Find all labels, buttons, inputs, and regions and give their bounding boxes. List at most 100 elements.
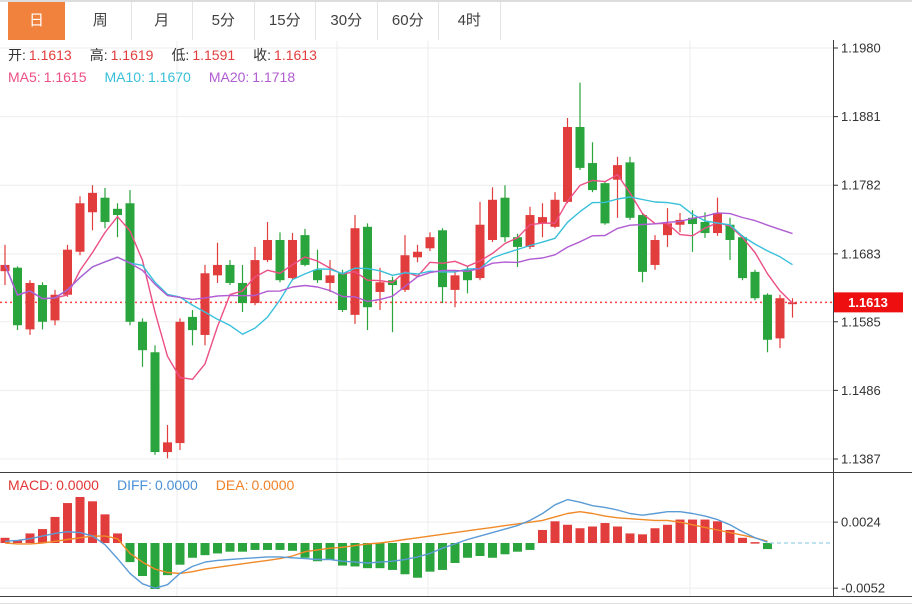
macd-bar — [713, 521, 722, 543]
candle-body — [763, 295, 772, 340]
macd-bar — [601, 523, 610, 543]
candle-body — [76, 203, 85, 252]
price-pane — [1, 83, 798, 459]
macd-bar — [76, 497, 85, 543]
macd-axis-label: -0.0052 — [841, 581, 885, 596]
ma5-line — [5, 175, 793, 380]
legend-value: 1.1619 — [111, 47, 154, 63]
macd-bar — [276, 543, 285, 550]
candle-body — [288, 240, 297, 278]
macd-bar — [638, 534, 647, 543]
macd-bar — [663, 525, 672, 543]
candle-body — [526, 215, 535, 247]
macd-bar — [413, 543, 422, 578]
tab-3[interactable]: 5分 — [193, 2, 255, 40]
candle-body — [188, 317, 197, 330]
diff-line — [5, 500, 768, 589]
candle-wick — [217, 243, 218, 283]
legend-macd-item-1: DIFF:0.0000 — [117, 477, 198, 493]
price-axis-label: 1.1782 — [841, 178, 881, 193]
candle-body — [438, 230, 447, 287]
tab-6[interactable]: 60分 — [378, 2, 440, 40]
macd-bar — [688, 520, 697, 543]
candle-body — [151, 352, 160, 452]
candle-body — [26, 283, 35, 329]
candle-body — [163, 442, 172, 452]
price-axis-label: 1.1683 — [841, 246, 881, 261]
legend-macd-item-0: MACD:0.0000 — [8, 477, 99, 493]
candle-body — [601, 183, 610, 223]
candle-body — [326, 275, 335, 283]
tab-2[interactable]: 月 — [132, 2, 194, 40]
legend-label: MA5: — [8, 69, 41, 85]
legend-value: 1.1615 — [44, 69, 87, 85]
candle-wick — [792, 298, 793, 317]
tab-5[interactable]: 30分 — [316, 2, 378, 40]
chart-canvas[interactable]: 1.19801.18811.17821.16831.15851.14861.13… — [0, 0, 912, 605]
candle-body — [113, 209, 122, 215]
candle-wick — [117, 203, 118, 237]
legend-label: DEA: — [216, 477, 249, 493]
macd-bar — [176, 543, 185, 565]
price-axis-label: 1.1585 — [841, 314, 881, 329]
candle-body — [138, 322, 147, 350]
macd-bar — [538, 530, 547, 543]
candle-body — [738, 237, 747, 278]
macd-bar — [426, 543, 435, 572]
macd-bar — [463, 543, 472, 558]
legend-label: MACD: — [8, 477, 53, 493]
legend-ohlc-item-2: 低:1.1591 — [171, 47, 235, 63]
timeframe-tabs: 日周月5分15分30分60分4时 — [0, 0, 912, 40]
candle-wick — [167, 425, 168, 458]
candle-body — [251, 260, 260, 303]
price-axis-label: 1.1881 — [841, 109, 881, 124]
legend-value: 1.1670 — [148, 69, 191, 85]
candle-body — [176, 322, 185, 443]
trading-chart-app: 日周月5分15分30分60分4时 1.19801.18811.17821.168… — [0, 0, 912, 605]
candle-body — [301, 235, 310, 265]
macd-bar — [51, 517, 60, 543]
tab-1[interactable]: 周 — [70, 2, 132, 40]
macd-bar — [526, 543, 535, 550]
candle-body — [101, 198, 110, 222]
macd-bar — [626, 533, 635, 543]
candle-body — [626, 162, 635, 217]
candle-body — [613, 165, 622, 180]
legend-value: 0.0000 — [56, 477, 99, 493]
candle-body — [13, 268, 22, 326]
legend-value: 1.1591 — [192, 47, 235, 63]
tab-4[interactable]: 15分 — [255, 2, 317, 40]
legend-ohlc-item-3: 收:1.1613 — [253, 47, 317, 63]
legend-label: 低: — [171, 47, 189, 63]
macd-bar — [238, 543, 247, 552]
macd-bar — [388, 543, 397, 570]
legend-ohlc-item-1: 高:1.1619 — [90, 47, 154, 63]
legend-ohlc-item-0: 开:1.1613 — [8, 47, 72, 63]
tab-7[interactable]: 4时 — [439, 2, 501, 40]
macd-bar — [513, 543, 522, 552]
macd-legend: MACD:0.0000 DIFF:0.0000 DEA: 0.0000 — [8, 477, 312, 493]
current-price-tag-text: 1.1613 — [848, 295, 888, 310]
legend-ma-item-0: MA5:1.1615 — [8, 69, 87, 85]
legend-ma-item-1: MA10:1.1670 — [105, 69, 191, 85]
ma-legend: MA5:1.1615MA10:1.1670MA20:1.1718 — [8, 69, 313, 85]
candle-body — [88, 193, 97, 212]
macd-bar — [288, 543, 297, 551]
legend-label: 收: — [253, 47, 271, 63]
candle-body — [201, 273, 210, 335]
candle-body — [363, 227, 372, 307]
macd-bar — [201, 543, 210, 555]
ohlc-legend: 开:1.1613 高:1.1619 低:1.1591 收:1.1613 — [8, 47, 335, 63]
macd-bar — [263, 543, 272, 550]
price-axis-label: 1.1387 — [841, 452, 881, 467]
ma20-line — [5, 213, 793, 302]
candle-body — [426, 237, 435, 248]
macd-bar — [751, 542, 760, 544]
candle-body — [638, 215, 647, 272]
legend-label: 开: — [8, 47, 26, 63]
macd-axis-label: 0.0024 — [841, 515, 881, 530]
macd-bar — [213, 543, 222, 553]
candle-body — [563, 127, 572, 202]
tab-0[interactable]: 日 — [8, 2, 65, 40]
candle-body — [213, 265, 222, 275]
